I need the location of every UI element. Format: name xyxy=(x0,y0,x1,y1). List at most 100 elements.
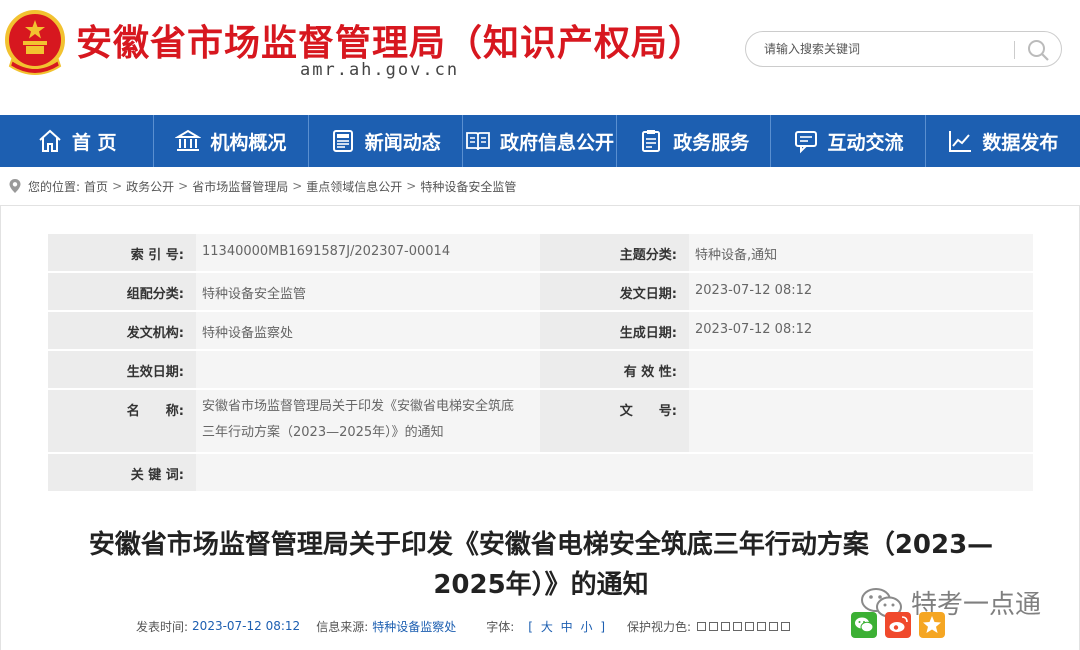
topic-value: 特种设备,通知 xyxy=(689,234,1033,273)
nav-label: 机构概况 xyxy=(210,131,287,154)
color-swatch[interactable] xyxy=(697,621,707,631)
star-icon xyxy=(919,612,945,638)
nav-label: 数据发布 xyxy=(982,131,1059,154)
validity-label: 有 效 性: xyxy=(540,351,689,390)
nav-item-gov-info[interactable]: 政府信息公开 xyxy=(463,115,618,167)
created-value: 2023-07-12 08:12 xyxy=(689,312,1033,351)
breadcrumb-item[interactable]: 政务公开 xyxy=(126,178,174,195)
breadcrumb-separator: > xyxy=(112,179,123,193)
weibo-icon xyxy=(885,612,911,638)
search-icon[interactable] xyxy=(1026,38,1050,62)
home-icon xyxy=(39,129,61,152)
index-label: 索 引 号: xyxy=(48,234,196,273)
nav-item-news[interactable]: 新闻动态 xyxy=(309,115,463,167)
font-size-medium-button[interactable]: 中 xyxy=(561,620,573,634)
eye-care-swatches xyxy=(697,621,793,631)
created-label: 生成日期: xyxy=(540,312,689,351)
line-chart-icon xyxy=(949,131,972,152)
eye-care-label: 保护视力色: xyxy=(627,619,692,634)
breadcrumb-separator: > xyxy=(292,179,303,193)
name-value: 安徽省市场监督管理局关于印发《安徽省电梯安全筑底 三年行动方案（2023—202… xyxy=(196,390,540,454)
color-swatch[interactable] xyxy=(745,621,755,631)
site-domain: amr.ah.gov.cn xyxy=(300,60,460,80)
main-nav: 首 页 机构概况 新闻动态 政府信息公开 政务服务 互动交流 数据发布 xyxy=(0,115,1080,167)
color-swatch[interactable] xyxy=(757,621,767,631)
national-emblem-icon xyxy=(5,10,65,75)
category-value: 特种设备安全监管 xyxy=(196,273,540,312)
issuer-label: 发文机构: xyxy=(48,312,196,351)
publish-time-label: 发表时间: xyxy=(136,619,189,634)
color-swatch[interactable] xyxy=(769,621,779,631)
breadcrumb-item[interactable]: 省市场监督管理局 xyxy=(192,178,288,195)
site-title: 安徽省市场监督管理局（知识产权局） xyxy=(76,23,706,64)
share-weibo-button[interactable] xyxy=(885,612,911,638)
doc-no-value xyxy=(689,390,1033,454)
nav-label: 新闻动态 xyxy=(364,131,441,154)
site-header: 安徽省市场监督管理局（知识产权局） amr.ah.gov.cn xyxy=(0,0,1080,115)
font-size-small-button[interactable]: 小 xyxy=(581,620,593,634)
name-value-line: 三年行动方案（2023—2025年）》的通知 xyxy=(202,425,444,440)
clipboard-icon xyxy=(642,130,661,152)
issue-date-label: 发文日期: xyxy=(540,273,689,312)
effective-value xyxy=(196,351,540,390)
font-size-label: 字体: xyxy=(486,619,515,634)
breadcrumb-item[interactable]: 首页 xyxy=(84,178,108,195)
nav-label: 互动交流 xyxy=(827,131,904,154)
color-swatch[interactable] xyxy=(709,621,719,631)
nav-item-interaction[interactable]: 互动交流 xyxy=(771,115,926,167)
effective-label: 生效日期: xyxy=(48,351,196,390)
color-swatch[interactable] xyxy=(781,621,791,631)
breadcrumb-separator: > xyxy=(178,179,189,193)
font-size-large-button[interactable]: 大 xyxy=(541,620,553,634)
validity-value xyxy=(689,351,1033,390)
issuer-value: 特种设备监察处 xyxy=(196,312,540,351)
index-value: 11340000MB1691587J/202307-00014 xyxy=(196,234,540,273)
document-info-table: 索 引 号: 11340000MB1691587J/202307-00014 主… xyxy=(48,234,1033,493)
source-value: 特种设备监察处 xyxy=(372,619,457,634)
search-divider xyxy=(1014,41,1015,59)
keywords-label: 关 键 词: xyxy=(48,454,196,493)
nav-item-services[interactable]: 政务服务 xyxy=(617,115,772,167)
source-label: 信息来源: xyxy=(316,619,369,634)
font-size-switcher: [ 大 中 小 ] xyxy=(526,618,607,635)
newspaper-icon xyxy=(332,130,353,152)
breadcrumb-prefix: 您的位置: xyxy=(28,179,81,194)
info-row: 关 键 词: xyxy=(48,454,1033,493)
nav-label: 政务服务 xyxy=(673,131,750,154)
font-bracket: [ xyxy=(528,619,533,634)
nav-item-data[interactable]: 数据发布 xyxy=(926,115,1080,167)
search-box xyxy=(745,31,1062,67)
font-bracket: ] xyxy=(600,619,606,634)
breadcrumb-separator: > xyxy=(406,179,417,193)
article-container: 索 引 号: 11340000MB1691587J/202307-00014 主… xyxy=(0,205,1080,650)
nav-label: 首 页 xyxy=(71,131,117,154)
category-label: 组配分类: xyxy=(48,273,196,312)
nav-label: 政府信息公开 xyxy=(499,131,614,154)
keywords-value xyxy=(196,454,1033,493)
breadcrumb-item[interactable]: 特种设备安全监管 xyxy=(420,178,516,195)
breadcrumb: 您的位置: 首页 > 政务公开 > 省市场监督管理局 > 重点领域信息公开 > … xyxy=(8,176,516,196)
color-swatch[interactable] xyxy=(733,621,743,631)
info-row: 组配分类: 特种设备安全监管 发文日期: 2023-07-12 08:12 xyxy=(48,273,1033,312)
name-value-line: 安徽省市场监督管理局关于印发《安徽省电梯安全筑底 xyxy=(202,399,515,414)
info-row: 生效日期: 有 效 性: xyxy=(48,351,1033,390)
search-input[interactable] xyxy=(764,39,1004,59)
article-title-line: 安徽省市场监督管理局关于印发《安徽省电梯安全筑底三年行动方案（2023— xyxy=(88,530,994,560)
nav-item-home[interactable]: 首 页 xyxy=(0,115,155,167)
location-pin-icon xyxy=(9,179,21,193)
info-row: 发文机构: 特种设备监察处 生成日期: 2023-07-12 08:12 xyxy=(48,312,1033,351)
issue-date-value: 2023-07-12 08:12 xyxy=(689,273,1033,312)
info-row: 索 引 号: 11340000MB1691587J/202307-00014 主… xyxy=(48,234,1033,273)
building-icon xyxy=(175,129,202,151)
share-wechat-button[interactable] xyxy=(851,612,877,638)
info-row: 名 称: 安徽省市场监督管理局关于印发《安徽省电梯安全筑底 三年行动方案（202… xyxy=(48,390,1033,454)
nav-item-organization[interactable]: 机构概况 xyxy=(154,115,309,167)
doc-no-label: 文 号: xyxy=(540,390,689,454)
color-swatch[interactable] xyxy=(721,621,731,631)
breadcrumb-item[interactable]: 重点领域信息公开 xyxy=(306,178,402,195)
chat-icon xyxy=(794,131,817,154)
favorite-button[interactable] xyxy=(919,612,945,638)
open-book-icon xyxy=(466,132,490,151)
wechat-icon xyxy=(851,612,877,638)
name-label: 名 称: xyxy=(48,390,196,454)
